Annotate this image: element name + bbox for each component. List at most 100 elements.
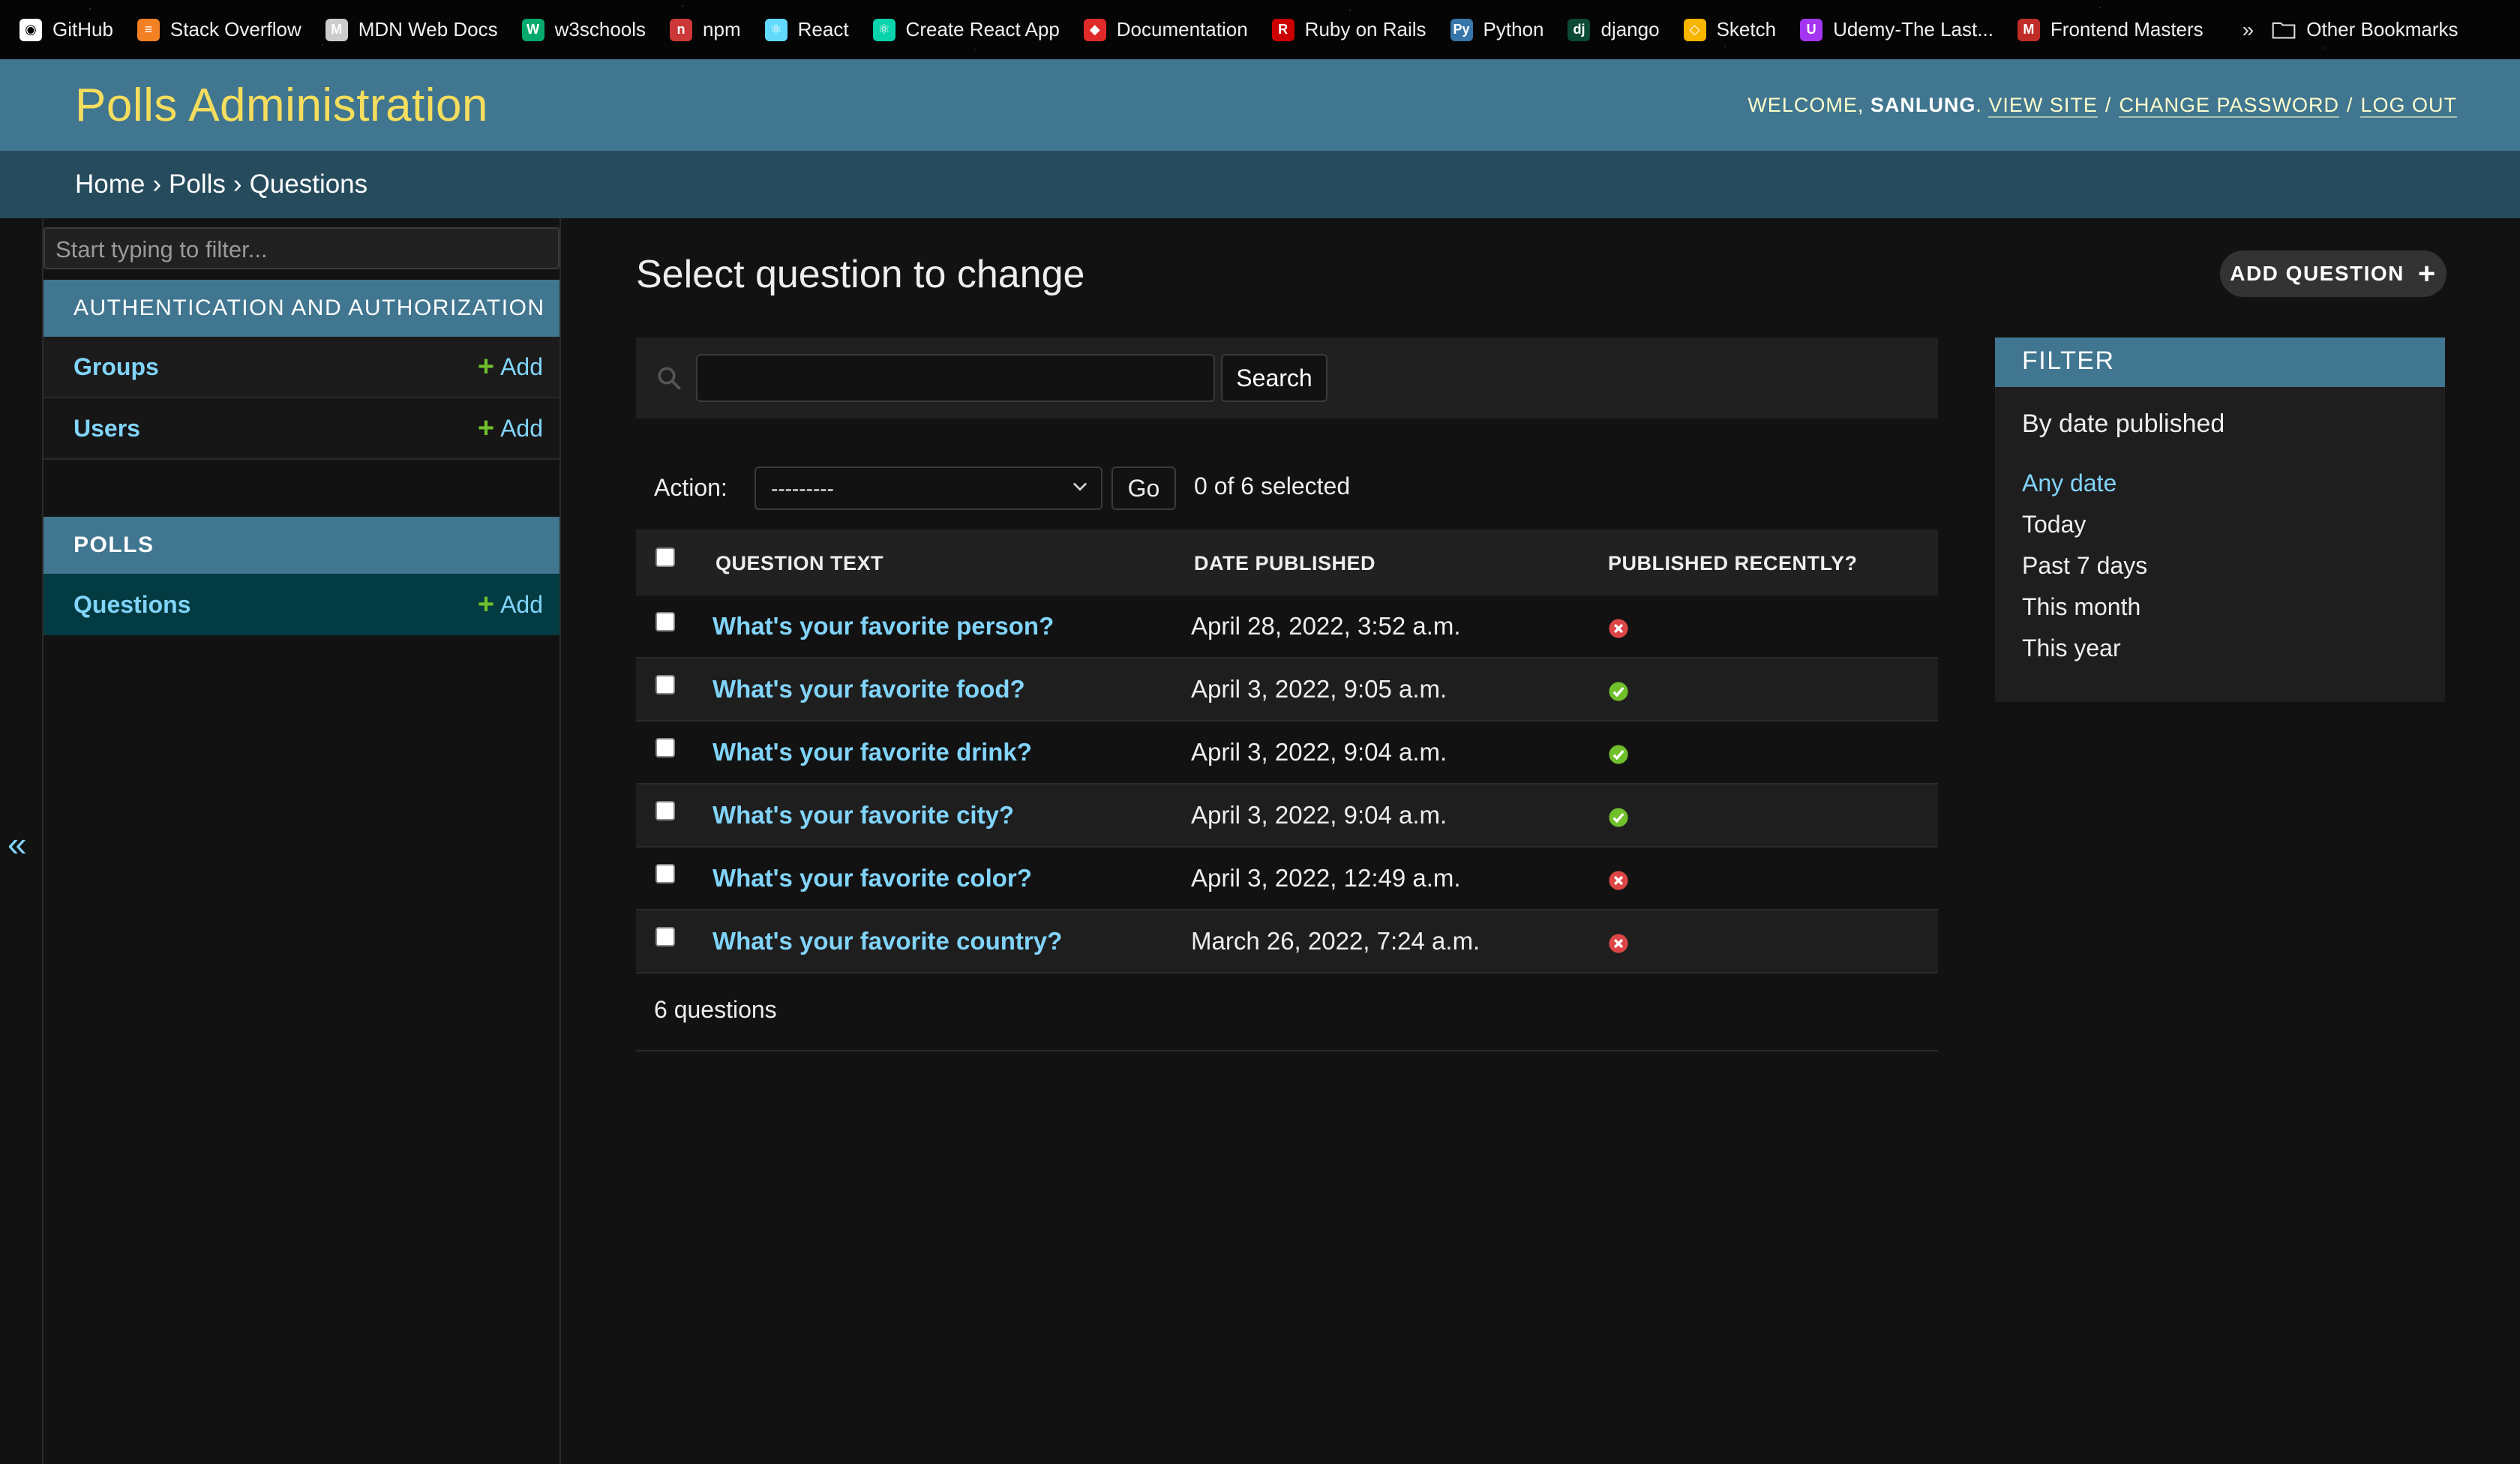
bookmark-item[interactable]: M MDN Web Docs: [325, 18, 498, 41]
add-label: Add: [500, 414, 543, 442]
change-password-link[interactable]: Change password: [2119, 93, 2339, 118]
bookmarks-overflow-chevron-icon[interactable]: »: [2242, 18, 2254, 42]
select-all-checkbox[interactable]: [656, 548, 675, 567]
bookmark-label: Udemy-The Last...: [1833, 18, 1994, 40]
table-row: What's your favorite country? March 26, 2…: [636, 910, 1938, 974]
row-checkbox[interactable]: [656, 927, 675, 946]
bookmark-item[interactable]: n npm: [670, 18, 741, 41]
page-title: Select question to change: [636, 253, 1085, 296]
plus-icon: +: [2417, 257, 2437, 290]
mdn-icon: M: [325, 18, 348, 41]
bookmark-item[interactable]: ⚛ Create React App: [872, 18, 1060, 41]
breadcrumb-polls[interactable]: Polls: [169, 170, 226, 200]
result-list: Question text Date published Published r…: [636, 530, 1938, 974]
selection-counter: 0 of 6 selected: [1194, 472, 1351, 500]
question-link[interactable]: What's your favorite city?: [712, 801, 1014, 830]
date-published-cell: April 28, 2022, 3:52 a.m.: [1191, 612, 1461, 640]
filter-by-date-heading: By date published: [2022, 410, 2225, 438]
filter-option[interactable]: This year: [2022, 634, 2121, 662]
add-question-label: Add question: [2230, 262, 2404, 285]
sidebar-item-users: Users + Add: [44, 398, 560, 460]
filter-option[interactable]: Today: [2022, 511, 2086, 538]
filter-option[interactable]: Any date: [2022, 470, 2116, 497]
yes-icon: [1609, 808, 1628, 827]
bookmark-item[interactable]: R Ruby on Rails: [1271, 18, 1426, 41]
add-users-link[interactable]: + Add: [478, 414, 543, 442]
action-label: Action:: [654, 473, 728, 501]
stackoverflow-icon: ≡: [136, 18, 160, 41]
chevron-down-icon: [1072, 482, 1088, 491]
row-checkbox[interactable]: [656, 738, 675, 758]
date-published-cell: April 3, 2022, 12:49 a.m.: [1191, 864, 1461, 892]
frontend-masters-icon: M: [2017, 18, 2040, 41]
filter-option[interactable]: Past 7 days: [2022, 552, 2147, 580]
bookmark-item[interactable]: ≡ Stack Overflow: [136, 18, 302, 41]
question-link[interactable]: What's your favorite country?: [712, 927, 1062, 956]
bookmark-label: Frontend Masters: [2050, 18, 2204, 40]
sidebar-collapse-toggle[interactable]: «: [8, 825, 33, 862]
bookmark-item[interactable]: ⚛ React: [764, 18, 849, 41]
add-label: Add: [500, 590, 543, 618]
add-questions-link[interactable]: + Add: [478, 590, 543, 619]
table-header: Question text Date published Published r…: [636, 530, 1938, 596]
no-icon: [1609, 619, 1628, 638]
search-button[interactable]: Search: [1221, 354, 1328, 402]
bookmark-item[interactable]: Ww3schools: [521, 18, 646, 41]
documentation-icon: ◆: [1083, 18, 1106, 41]
welcome-text: Welcome,: [1748, 93, 1864, 116]
column-header-date-published[interactable]: Date published: [1194, 552, 1376, 575]
date-published-cell: April 3, 2022, 9:04 a.m.: [1191, 801, 1448, 829]
app-caption-auth[interactable]: Authentication and Authorization: [44, 280, 560, 337]
date-published-cell: April 3, 2022, 9:04 a.m.: [1191, 738, 1448, 766]
date-published-cell: March 26, 2022, 7:24 a.m.: [1191, 927, 1480, 955]
breadcrumb-home[interactable]: Home: [75, 170, 145, 200]
action-select[interactable]: ---------: [754, 466, 1102, 510]
log-out-link[interactable]: Log out: [2360, 93, 2457, 118]
add-question-button[interactable]: Add question +: [2220, 250, 2446, 297]
bookmark-item[interactable]: M Frontend Masters: [2017, 18, 2204, 41]
username: sanlung: [1870, 93, 1976, 116]
question-link[interactable]: What's your favorite food?: [712, 675, 1025, 704]
table-row: What's your favorite food? April 3, 2022,…: [636, 658, 1938, 722]
search-input[interactable]: [696, 354, 1215, 402]
row-checkbox[interactable]: [656, 612, 675, 632]
paginator: 6 questions: [636, 976, 1938, 1052]
row-checkbox[interactable]: [656, 864, 675, 884]
bookmark-item[interactable]: ◉ GitHub: [20, 18, 113, 41]
site-branding[interactable]: Polls Administration: [75, 79, 488, 132]
row-checkbox[interactable]: [656, 675, 675, 694]
bookmark-item[interactable]: U Udemy-The Last...: [1800, 18, 1994, 41]
row-checkbox[interactable]: [656, 801, 675, 820]
bookmark-item[interactable]: ◆ Documentation: [1083, 18, 1248, 41]
sidebar-item-groups: Groups + Add: [44, 337, 560, 398]
sidebar-item-users-link[interactable]: Users: [74, 415, 140, 442]
bookmark-label: React: [797, 18, 849, 40]
other-bookmarks-label: Other Bookmarks: [2306, 18, 2458, 40]
question-link[interactable]: What's your favorite drink?: [712, 738, 1032, 766]
sidebar-filter-input[interactable]: Start typing to filter...: [44, 227, 560, 269]
nav-sidebar: Start typing to filter... Authentication…: [42, 218, 561, 1464]
bookmark-item[interactable]: Py Python: [1450, 18, 1544, 41]
column-header-question-text[interactable]: Question text: [716, 552, 884, 575]
search-icon: [658, 367, 681, 390]
python-icon: Py: [1450, 18, 1473, 41]
view-site-link[interactable]: View site: [1988, 93, 2098, 118]
yes-icon: [1609, 745, 1628, 764]
bookmark-item[interactable]: dj django: [1568, 18, 1660, 41]
other-bookmarks[interactable]: Other Bookmarks: [2272, 18, 2458, 41]
bookmark-item[interactable]: ◇ Sketch: [1683, 18, 1777, 41]
go-button[interactable]: Go: [1112, 466, 1176, 510]
app-caption-polls[interactable]: Polls: [44, 517, 560, 574]
bookmark-label: Python: [1483, 18, 1544, 40]
actions-bar: Action: --------- Go 0 of 6 selected: [636, 458, 1938, 518]
bookmark-label: Sketch: [1716, 18, 1777, 40]
bookmark-label: GitHub: [52, 18, 113, 40]
question-link[interactable]: What's your favorite color?: [712, 864, 1032, 892]
sidebar-item-groups-link[interactable]: Groups: [74, 353, 159, 381]
question-link[interactable]: What's your favorite person?: [712, 612, 1054, 640]
sidebar-item-questions-link[interactable]: Questions: [74, 591, 190, 619]
filter-option[interactable]: This month: [2022, 593, 2140, 621]
w3schools-icon: W: [521, 18, 544, 41]
add-groups-link[interactable]: + Add: [478, 352, 543, 381]
breadcrumb-current: Questions: [249, 170, 368, 199]
